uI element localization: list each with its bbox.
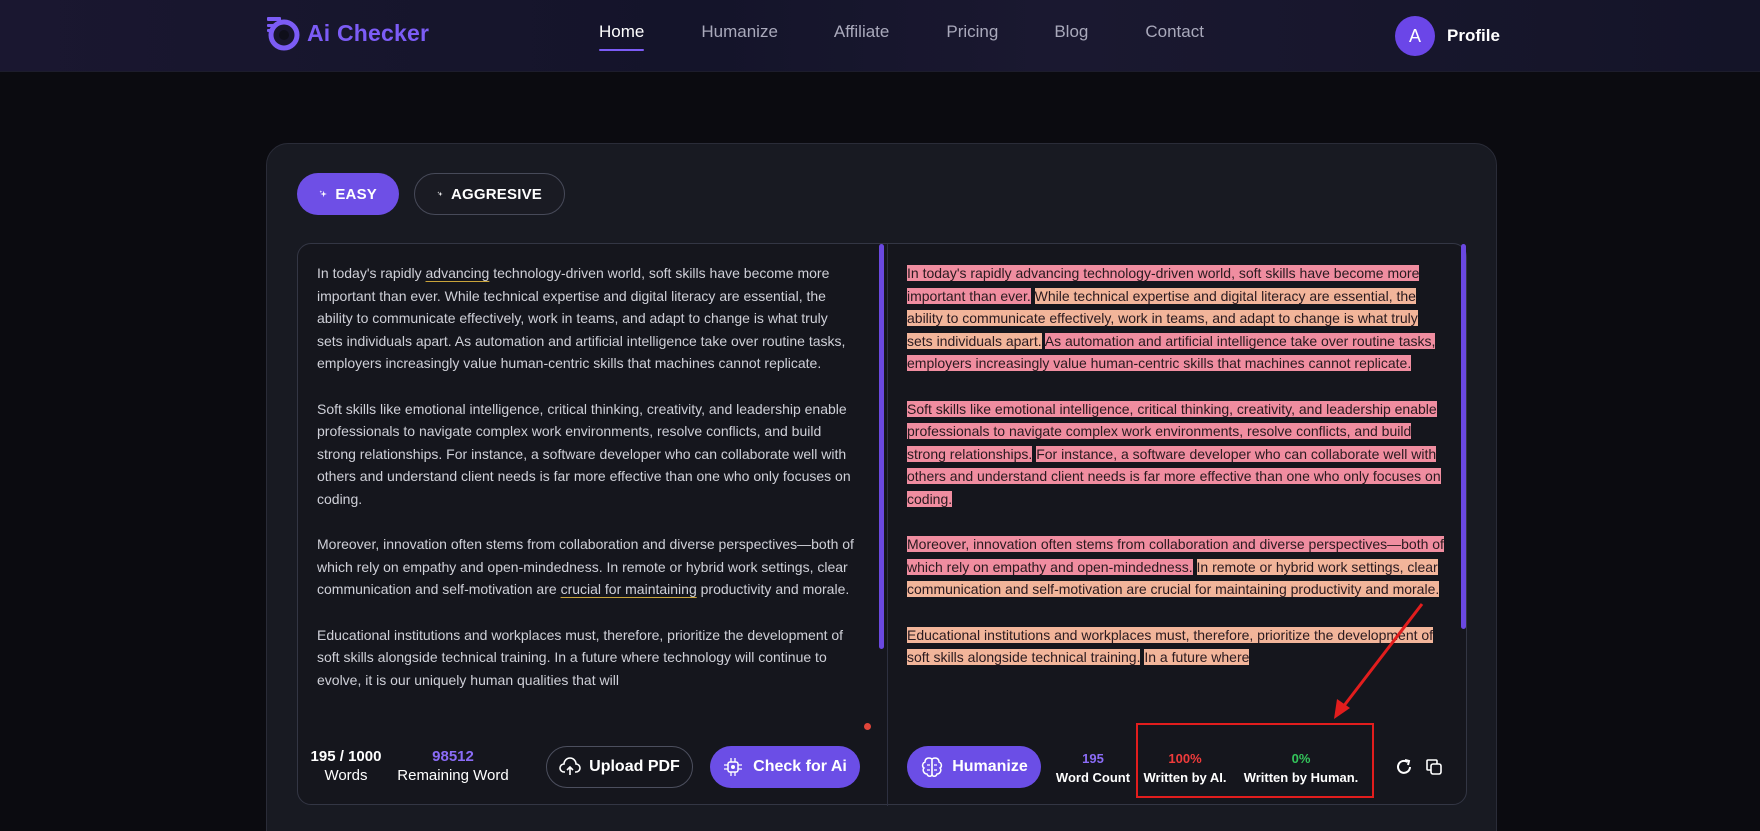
output-scrollbar[interactable] xyxy=(1461,244,1466,629)
output-paragraph: Educational institutions and workplaces … xyxy=(907,624,1447,669)
nav-blog[interactable]: Blog xyxy=(1054,22,1088,42)
highlighted-output: In today's rapidly advancing technology-… xyxy=(907,262,1447,737)
cloud-upload-icon xyxy=(559,757,581,775)
mode-easy-label: EASY xyxy=(335,185,377,203)
nav-contact[interactable]: Contact xyxy=(1145,22,1204,42)
input-panel: In today's rapidly advancing technology-… xyxy=(298,244,888,806)
output-paragraph: In today's rapidly advancing technology-… xyxy=(907,262,1447,375)
input-paragraph: In today's rapidly advancing technology-… xyxy=(317,265,846,372)
remaining-words-stat: 98512 Remaining Word xyxy=(397,748,509,784)
copy-button[interactable] xyxy=(1423,756,1445,778)
result-panel: In today's rapidly advancing technology-… xyxy=(888,244,1468,806)
brain-icon xyxy=(922,757,943,777)
sentence-gap xyxy=(1193,559,1197,575)
refresh-button[interactable] xyxy=(1393,756,1415,778)
mode-aggressive-label: AGGRESIVE xyxy=(451,185,542,203)
result-word-count: 195 Word Count xyxy=(1055,751,1131,785)
profile-menu[interactable]: A Profile xyxy=(1395,16,1500,56)
mode-aggressive-button[interactable]: AGGRESIVE xyxy=(414,173,565,215)
main-nav: Home Humanize Affiliate Pricing Blog Con… xyxy=(580,22,1204,51)
nav-humanize[interactable]: Humanize xyxy=(701,22,778,42)
top-navbar: Ai Checker Home Humanize Affiliate Prici… xyxy=(0,0,1760,72)
nav-pricing[interactable]: Pricing xyxy=(946,22,998,42)
editor-panels: In today's rapidly advancing technology-… xyxy=(297,243,1468,806)
nav-home[interactable]: Home xyxy=(599,22,645,51)
avatar[interactable]: A xyxy=(1395,16,1435,56)
checker-card: EASY AGGRESIVE In today's rapidly advanc… xyxy=(266,143,1497,831)
copy-icon xyxy=(1426,759,1442,775)
mode-easy-button[interactable]: EASY xyxy=(297,173,399,215)
flagged-word[interactable]: advancing xyxy=(426,265,490,281)
logo-icon xyxy=(267,17,300,51)
input-paragraph: Educational institutions and workplaces … xyxy=(317,626,844,688)
sparkle-icon xyxy=(319,190,327,198)
refresh-icon xyxy=(1397,759,1411,774)
output-paragraph: Moreover, innovation often stems from co… xyxy=(907,533,1447,601)
flagged-phrase[interactable]: crucial for maintaining xyxy=(561,581,697,597)
check-for-ai-button[interactable]: Check for Ai xyxy=(710,746,860,788)
nav-affiliate[interactable]: Affiliate xyxy=(834,22,889,42)
input-paragraph: Soft skills like emotional intelligence,… xyxy=(317,400,851,507)
upload-pdf-button[interactable]: Upload PDF xyxy=(546,746,693,788)
output-paragraph: Soft skills like emotional intelligence,… xyxy=(907,398,1447,511)
brand-name: Ai Checker xyxy=(307,19,430,46)
mixed-sentence-highlight: In a future where xyxy=(1144,649,1250,666)
input-textarea[interactable]: In today's rapidly advancing technology-… xyxy=(317,262,857,737)
humanize-button[interactable]: Humanize xyxy=(907,746,1041,788)
status-dot xyxy=(864,723,871,730)
brand-logo[interactable]: Ai Checker xyxy=(265,14,429,52)
input-paragraph: Moreover, innovation often stems from co… xyxy=(317,536,854,598)
annotation-highlight-box xyxy=(1136,723,1374,798)
chip-icon xyxy=(724,758,743,776)
word-count-stat: 195 / 1000 Words xyxy=(310,748,382,784)
input-scrollbar[interactable] xyxy=(879,244,884,649)
profile-label[interactable]: Profile xyxy=(1447,26,1500,46)
sparkle-icon xyxy=(437,191,443,197)
